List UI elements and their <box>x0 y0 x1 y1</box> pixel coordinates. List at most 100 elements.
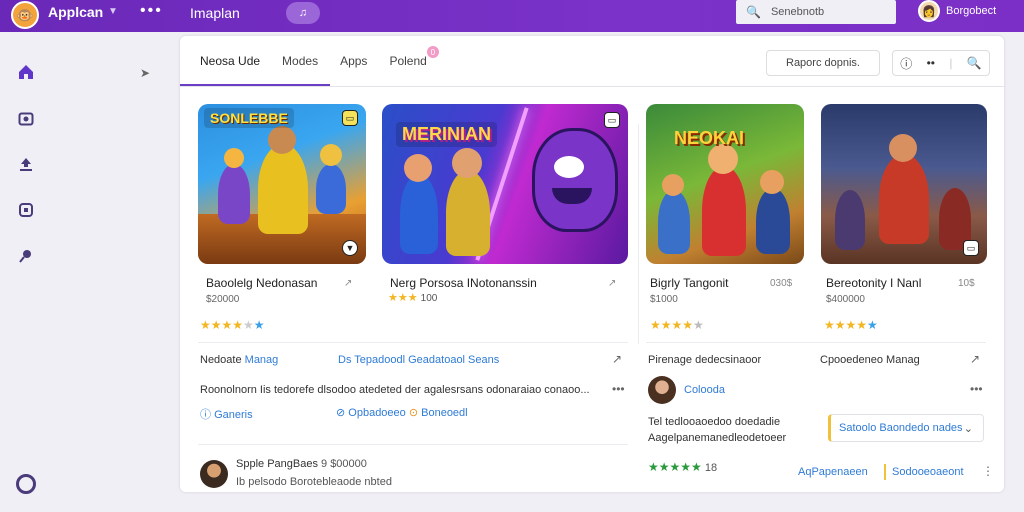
feed-text: Roonolnorn Iis tedorefe dlsodoo atedeted… <box>200 384 590 396</box>
game-title[interactable]: Bereotonity I Nanl <box>826 276 921 290</box>
tab-polend[interactable]: Polend 0 <box>389 46 439 68</box>
info-icon[interactable]: ⓘ <box>900 55 912 72</box>
share-icon[interactable]: ↗ <box>344 278 352 289</box>
rating-stars: ★★★★★ <box>650 318 704 332</box>
feed-link[interactable]: Manag <box>245 354 279 366</box>
separator <box>884 464 886 480</box>
tab-apps[interactable]: Apps <box>340 54 367 68</box>
search-icon: 🔍 <box>746 5 761 19</box>
divider <box>646 342 986 343</box>
feed-link-row: ⓘ Ganeris <box>200 406 253 422</box>
avatar: 👩 <box>918 0 940 22</box>
bottom-link[interactable]: AqPapenaeen <box>798 466 868 478</box>
game-art-title: SONLEBBE <box>204 108 294 128</box>
game-art-title: MERINIAN <box>396 122 497 147</box>
game-tile[interactable]: MERINIAN ▭ <box>382 104 628 264</box>
green-rating: ★★★★★ 18 <box>648 460 717 474</box>
music-note-icon[interactable]: ♫ <box>286 2 320 24</box>
feed-link[interactable]: Ds Tepadoodl Geadatoaol Seans <box>338 354 499 366</box>
game-title[interactable]: Baoolelg Nedonasan <box>206 276 317 290</box>
bottom-link[interactable]: Sodooeoaeont <box>892 466 964 478</box>
share-count: 10$ <box>958 278 975 289</box>
game-title[interactable]: Bigrly Tangonit <box>650 276 729 290</box>
game-price: $400000 <box>826 294 865 305</box>
share-icon[interactable]: ↗ <box>612 352 622 366</box>
tab-bar: Neosa Ude Modes Apps Polend 0 <box>200 36 449 86</box>
more-icon[interactable]: ••• <box>970 382 983 396</box>
game-tile[interactable]: NEOKAI <box>646 104 804 264</box>
sort-dropdown[interactable]: Satoolo Baondedo nades ⌄ <box>828 414 984 442</box>
avatar[interactable] <box>648 376 676 404</box>
share-icon[interactable]: ↗ <box>608 278 616 289</box>
game-art-title: NEOKAI <box>674 128 745 148</box>
tab-neosa-ude[interactable]: Neosa Ude <box>200 54 260 68</box>
feed-link-row: ⊘ Opbadoeeo ⊙ Boneoedl <box>336 406 468 419</box>
feed-row: Nedoate Manag <box>200 354 278 366</box>
game-title[interactable]: Nerg Porsosa INotonanssin <box>390 276 537 290</box>
rating-stars: ★★★★★ <box>824 318 878 332</box>
rating-stars: ★★★★★ <box>648 460 702 474</box>
share-icon[interactable]: ↗ <box>970 352 980 366</box>
info-icon: ⓘ <box>200 409 211 421</box>
game-tile[interactable]: ▭ <box>821 104 987 264</box>
column-divider <box>638 124 639 344</box>
more-icon[interactable]: ⋮ <box>982 464 994 478</box>
reviewer-meta: 9 $00000 <box>321 458 367 470</box>
chevron-down-icon: ⌄ <box>963 422 973 435</box>
game-price: $1000 <box>650 294 678 305</box>
more-icon[interactable]: ••• <box>612 382 625 396</box>
library-icon[interactable] <box>16 200 36 220</box>
home-icon[interactable] <box>16 62 36 82</box>
separator: | <box>949 56 953 70</box>
comment-text: Aagelpanemanedleodetoeer <box>648 432 787 444</box>
review-text: Ib pelsodo Borotebleaode nbted <box>236 476 392 488</box>
divider <box>198 444 628 445</box>
game-tile[interactable]: SONLEBBE ▭ ▼ <box>198 104 366 264</box>
game-art <box>879 154 929 244</box>
comment-text: Tel tedlooaoedoo doedadie <box>648 416 781 428</box>
avatar[interactable] <box>200 460 228 488</box>
reviewer-name[interactable]: Spple PangBaes <box>236 458 318 470</box>
play-icon[interactable]: ▼ <box>342 240 358 256</box>
more-menu-icon[interactable]: ••• <box>140 2 163 20</box>
app-logo[interactable]: 🐵 <box>11 1 39 29</box>
rating-stars: ★★★★★★ <box>200 318 265 332</box>
link-icon: ⊘ <box>336 407 346 419</box>
dropdown-value: Satoolo Baondedo nades <box>839 422 963 434</box>
user-menu[interactable]: 👩 Borgobect <box>918 0 996 22</box>
search-icon[interactable]: 🔍 <box>967 56 982 70</box>
camera-icon[interactable] <box>16 108 36 128</box>
upload-icon[interactable] <box>16 154 36 174</box>
page-title: Imaplan <box>190 5 240 21</box>
game-art <box>400 174 438 254</box>
notification-badge: 0 <box>426 46 439 58</box>
settings-circle-icon[interactable] <box>16 474 36 494</box>
commenter-name[interactable]: Colooda <box>684 384 725 396</box>
main-card: Neosa Ude Modes Apps Polend 0 Raporc dop… <box>180 36 1004 492</box>
control-group: ⓘ •• | 🔍 <box>892 50 990 76</box>
right-row-label: Pirenage dedecsinaoor <box>648 354 762 366</box>
feed-link[interactable]: Ganeris <box>214 409 253 421</box>
top-search-input[interactable]: 🔍 Senebnotb <box>736 0 896 24</box>
top-bar: 🐵 Applcan ▼ ••• Imaplan ♫ 🔍 Senebnotb 👩 … <box>0 0 1024 32</box>
divider <box>180 86 1004 87</box>
tile-badge-icon: ▭ <box>963 240 979 256</box>
game-art <box>258 144 308 234</box>
tile-badge-icon: ▭ <box>604 112 620 128</box>
share-count: 030$ <box>770 278 793 289</box>
game-art <box>702 166 746 256</box>
feed-link[interactable]: Boneoedl <box>421 407 468 419</box>
pin-icon[interactable] <box>16 246 36 266</box>
feed-link[interactable]: Opbadoeeo <box>348 407 406 419</box>
app-name[interactable]: Applcan <box>48 4 103 20</box>
tile-badge-icon: ▭ <box>342 110 358 126</box>
game-price: $20000 <box>206 294 240 305</box>
divider <box>198 342 628 343</box>
tab-modes[interactable]: Modes <box>282 54 318 68</box>
more-icon[interactable]: •• <box>927 56 935 70</box>
card-search-input[interactable]: Raporc dopnis. <box>766 50 880 76</box>
search-placeholder: Senebnotb <box>770 6 825 18</box>
pin-sidebar-icon[interactable]: ➤ <box>140 66 150 80</box>
right-row-link[interactable]: Cpooedeneo Manag <box>820 354 920 366</box>
chevron-down-icon[interactable]: ▼ <box>108 6 118 17</box>
